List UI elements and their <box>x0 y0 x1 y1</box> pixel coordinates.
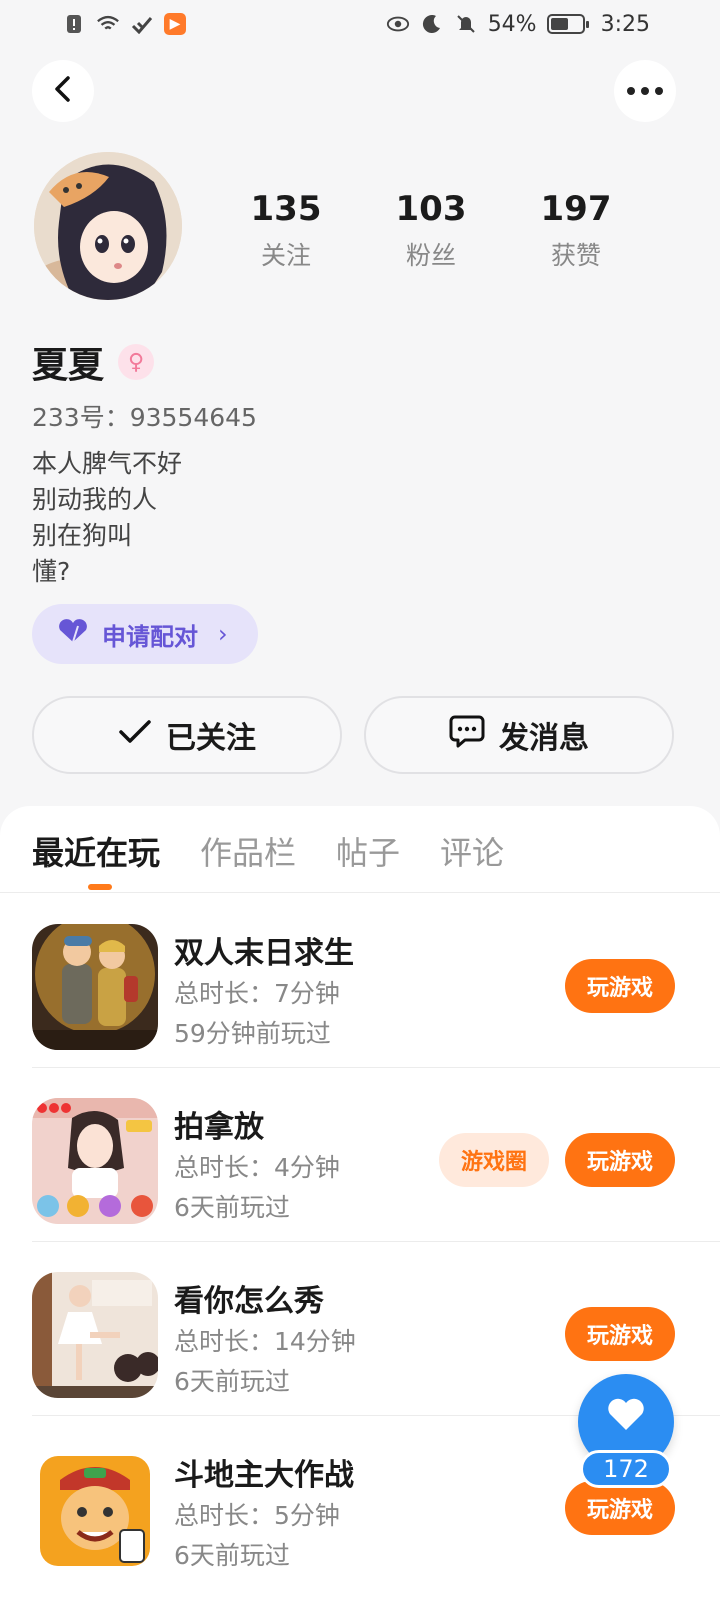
name-row: 夏夏 ♀ <box>32 336 155 388</box>
fans-count: 103 <box>395 189 467 229</box>
game-duration: 总时长：5分钟 <box>174 1501 340 1530</box>
game-title: 双人末日求生 <box>174 936 354 971</box>
heart-icon <box>56 618 90 650</box>
divider <box>0 892 720 893</box>
battery-icon <box>546 14 589 34</box>
game-duration: 总时长：7分钟 <box>174 979 340 1008</box>
wifi-icon <box>96 13 120 35</box>
follow-button[interactable]: 已关注 <box>32 696 342 774</box>
link-icon <box>130 13 154 35</box>
heart-icon <box>606 1396 646 1436</box>
list-item[interactable]: 双人末日求生 总时长：7分钟 59分钟前玩过 玩游戏 <box>32 894 720 1068</box>
stat-likes[interactable]: 197 获赞 <box>516 190 636 272</box>
game-title: 拍拿放 <box>174 1110 264 1145</box>
game-icon-show <box>32 1272 158 1398</box>
tab-bar: 最近在玩 作品栏 帖子 评论 <box>32 828 504 874</box>
female-icon: ♀ <box>118 344 155 380</box>
stat-fans[interactable]: 103 粉丝 <box>371 190 491 272</box>
bio-line: 别在狗叫 <box>32 521 133 550</box>
tab-posts[interactable]: 帖子 <box>336 828 400 874</box>
status-right: 54% 3:25 <box>386 12 650 37</box>
tab-recently-played[interactable]: 最近在玩 <box>32 828 160 874</box>
moon-icon <box>420 13 444 35</box>
bio-line: 本人脾气不好 <box>32 449 183 478</box>
user-id: 233号：93554645 <box>32 403 257 432</box>
game-title: 斗地主大作战 <box>174 1458 354 1493</box>
tab-works[interactable]: 作品栏 <box>200 828 296 874</box>
game-last-played: 6天前玩过 <box>174 1541 290 1570</box>
chat-bubble-icon <box>449 714 485 756</box>
bio-line: 懂? <box>32 557 71 586</box>
following-count: 135 <box>250 189 322 229</box>
more-icon <box>627 87 663 95</box>
match-label: 申请配对 <box>102 622 198 651</box>
game-last-played: 59分钟前玩过 <box>174 1019 331 1048</box>
battery-percent: 54% <box>487 11 537 37</box>
tab-comments[interactable]: 评论 <box>440 828 504 874</box>
fans-label: 粉丝 <box>405 241 456 270</box>
game-icon-pai-na-fang <box>32 1098 158 1224</box>
bio-line: 别动我的人 <box>32 485 158 514</box>
more-button[interactable] <box>614 60 676 122</box>
game-duration: 总时长：14分钟 <box>174 1327 356 1356</box>
eye-icon <box>386 13 410 35</box>
list-item[interactable]: 拍拿放 总时长：4分钟 6天前玩过 游戏圈 玩游戏 <box>32 1068 720 1242</box>
app-icon: ▶ <box>164 13 186 35</box>
game-icon-survival <box>32 924 158 1050</box>
likes-count: 197 <box>540 189 612 229</box>
play-game-button[interactable]: 玩游戏 <box>565 1307 675 1361</box>
profile-name: 夏夏 <box>32 345 105 386</box>
game-last-played: 6天前玩过 <box>174 1193 290 1222</box>
check-icon <box>118 718 152 753</box>
following-label: 关注 <box>260 241 311 270</box>
chevron-right-icon: › <box>218 620 228 648</box>
status-left: ▶ <box>62 13 186 35</box>
tab-indicator <box>88 884 112 890</box>
game-last-played: 6天前玩过 <box>174 1367 290 1396</box>
likes-label: 获赞 <box>550 241 601 270</box>
game-circle-button[interactable]: 游戏圈 <box>439 1133 549 1187</box>
status-bar: ▶ 54% 3:25 <box>0 0 720 48</box>
game-title: 看你怎么秀 <box>174 1284 324 1319</box>
follow-label: 已关注 <box>166 721 256 756</box>
like-count-badge: 172 <box>580 1450 672 1488</box>
back-button[interactable] <box>32 60 94 122</box>
bio: 本人脾气不好 别动我的人 别在狗叫 懂? <box>32 446 182 590</box>
match-request-button[interactable]: 申请配对 › <box>32 604 258 664</box>
play-game-button[interactable]: 玩游戏 <box>565 1481 675 1535</box>
avatar[interactable] <box>34 152 182 300</box>
play-game-button[interactable]: 玩游戏 <box>565 959 675 1013</box>
message-button[interactable]: 发消息 <box>364 696 674 774</box>
message-label: 发消息 <box>499 721 589 756</box>
game-duration: 总时长：4分钟 <box>174 1153 340 1182</box>
chevron-left-icon <box>52 75 74 107</box>
stat-following[interactable]: 135 关注 <box>226 190 346 272</box>
play-game-button[interactable]: 玩游戏 <box>565 1133 675 1187</box>
game-icon-doudizhu <box>32 1446 158 1572</box>
alert-icon <box>62 13 86 35</box>
mute-bell-icon <box>454 13 478 35</box>
status-time: 3:25 <box>600 11 650 37</box>
